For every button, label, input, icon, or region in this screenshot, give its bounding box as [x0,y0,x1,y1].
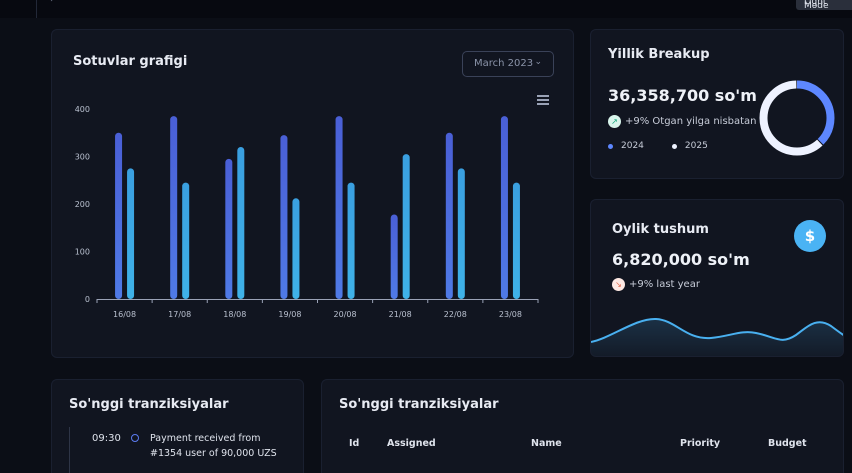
bar-series-1 [335,116,343,299]
chart-menu-icon[interactable] [537,95,549,107]
sales-chart-card: 0 100 200 300 400 16/08 17/08 18/08 19/08 20/08 21… [51,29,574,358]
x-tick-label: 21/08 [389,310,412,319]
bar-series-1 [445,132,453,299]
monthly-earnings-card: Oylik tushum $ 6,820,000 so'm ↘ +9% last… [590,199,844,357]
legend-label: 2025 [684,141,708,151]
bar-series-2 [292,198,300,299]
x-tick-label: 18/08 [223,310,246,319]
sales-bar-chart: 0 100 200 300 400 16/08 17/08 18/08 19/08 20/08 21… [75,105,539,319]
bar-series-2 [127,168,135,299]
table-header-assigned: Assigned [387,438,436,449]
bar-series-1 [500,116,508,299]
monthly-trend-text: +9% last year [629,279,700,290]
monthly-sparkline [591,317,843,356]
transaction-text: Payment received from #1354 user of 90,0… [150,433,277,459]
yearly-breakup-card: Yillik Breakup 36,358,700 so'm ↗ +9% Otg… [590,29,844,179]
table-header-budget: Budget [768,438,807,449]
trend-up-icon: ↗ [608,115,621,128]
monthly-trend: ↘ +9% last year [612,278,700,291]
bar-series-2 [512,182,520,299]
legend-item-2024: 2024 [608,141,644,151]
transactions-table-card: So'nggi tranziksiyalar Id Assigned Name … [321,379,844,473]
bar-series-2 [237,147,245,299]
x-tick-label: 16/08 [113,310,136,319]
legend-item-2025: 2025 [671,141,708,151]
table-header-priority: Priority [680,438,721,449]
chevron-down-icon: ⌄ [534,57,542,67]
x-tick-label: 19/08 [278,310,301,319]
y-tick-label: 300 [75,153,90,162]
chevron-icon[interactable]: › [50,0,54,5]
x-tick-label: 23/08 [499,310,522,319]
bar-series-1 [390,214,398,299]
monthly-title: Oylik tushum [612,222,709,237]
table-header-id: Id [349,438,360,449]
breakup-legend: 2024 2025 [608,141,736,151]
month-select-value: March 2023 [474,58,534,69]
bar-series-2 [457,168,465,299]
bar-series-2 [402,154,410,299]
dollar-icon[interactable]: $ [794,220,826,252]
x-tick-label: 17/08 [168,310,191,319]
theme-toggle-button[interactable]: Light Mode [796,0,852,10]
y-tick-label: 200 [75,200,90,209]
y-tick-label: 400 [75,105,90,114]
table-title: So'nggi tranziksiyalar [339,397,499,412]
timeline-dot [131,434,139,442]
table-header-name: Name [531,438,562,449]
breakup-title: Yillik Breakup [608,47,710,62]
y-tick-label: 0 [85,295,90,304]
breakup-trend-text: +9% Otgan yilga nisbatan [625,116,757,127]
bar-series-1 [170,116,178,299]
top-bar: › Light Mode [0,0,852,18]
breakup-donut-chart [759,80,835,156]
topbar-divider [36,0,37,18]
monthly-amount: 6,820,000 so'm [612,250,750,269]
recent-transactions-card: So'nggi tranziksiyalar 09:30 Payment rec… [51,379,304,473]
x-tick-label: 20/08 [334,310,357,319]
timeline-line [69,427,70,473]
month-select[interactable]: March 2023 ⌄ [462,51,554,77]
bar-series-1 [280,135,288,299]
y-tick-label: 100 [75,248,90,257]
transactions-title: So'nggi tranziksiyalar [69,397,229,412]
sales-chart-title: Sotuvlar grafigi [73,54,188,69]
transaction-time: 09:30 [92,433,121,444]
legend-dot [671,143,677,149]
trend-down-icon: ↘ [612,278,625,291]
legend-dot [608,143,613,149]
breakup-trend: ↗ +9% Otgan yilga nisbatan [608,115,757,128]
bar-series-2 [347,182,355,299]
bar-series-1 [115,132,123,299]
breakup-amount: 36,358,700 so'm [608,86,757,105]
bar-series-2 [182,182,190,299]
legend-label: 2024 [621,141,644,151]
x-tick-label: 22/08 [444,310,467,319]
bar-series-1 [225,158,233,299]
